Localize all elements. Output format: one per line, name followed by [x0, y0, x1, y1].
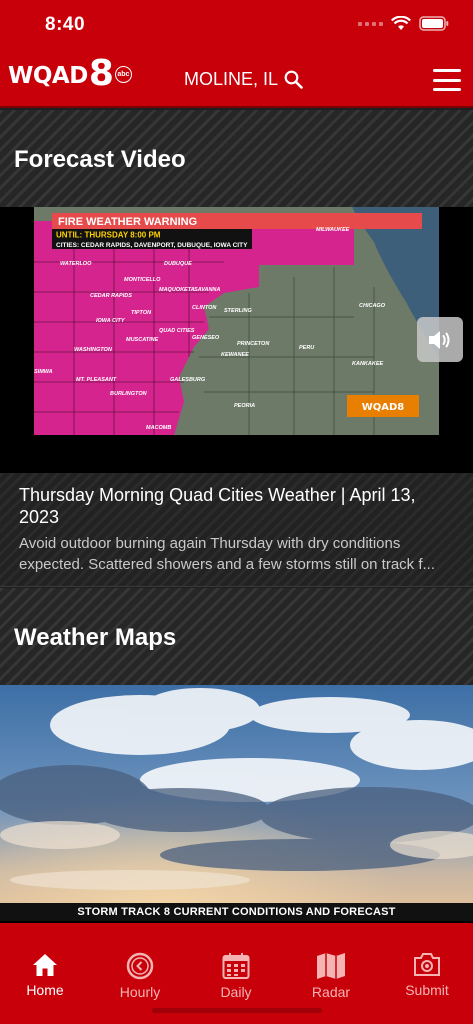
map-label: WATERLOO [60, 261, 92, 267]
status-icons [358, 16, 449, 31]
article-description: Avoid outdoor burning again Thursday wit… [19, 535, 436, 573]
map-label: MILWAUKEE [316, 227, 350, 233]
app-header: WQAD 8 abc MOLINE, IL [0, 52, 473, 108]
map-label: MUSCATINE [126, 337, 159, 343]
article-title: Thursday Morning Quad Cities Weather | A… [19, 485, 416, 527]
hamburger-menu-icon[interactable] [433, 69, 461, 91]
tab-home[interactable]: Home [5, 952, 85, 998]
map-label: KEWANEE [221, 352, 249, 358]
logo-text: WQAD [8, 63, 88, 89]
network-logo: abc [114, 66, 132, 83]
video-frame[interactable]: FIRE WEATHER WARNING UNTIL: THURSDAY 8:0… [34, 207, 439, 435]
map-label: DUBUQUE [164, 261, 192, 267]
clock-icon [126, 952, 154, 980]
map-label: SAVANNA [194, 287, 220, 293]
map-label: GENESEO [192, 335, 220, 341]
wifi-icon [391, 16, 411, 30]
map-label: QUAD CITIES [159, 328, 195, 334]
station-bug: WQAD8 [362, 402, 405, 413]
section-title: Forecast Video [14, 146, 186, 173]
weather-maps-image[interactable]: STORM TRACK 8 CURRENT CONDITIONS AND FOR… [0, 685, 473, 921]
tab-label: Home [26, 982, 64, 998]
warning-until: UNTIL: THURSDAY 8:00 PM [56, 231, 161, 240]
warning-title: FIRE WEATHER WARNING [58, 216, 197, 228]
cellular-signal-icon [358, 21, 383, 26]
warning-cities: CITIES: CEDAR RAPIDS, DAVENPORT, DUBUQUE… [56, 242, 248, 249]
tab-hourly[interactable]: Hourly [100, 952, 180, 1000]
camera-icon [414, 953, 440, 976]
tab-daily[interactable]: Daily [196, 952, 276, 1000]
map-label: PRINCETON [237, 341, 270, 347]
map-label: GALESBURG [170, 377, 206, 383]
map-label: PERU [299, 345, 315, 351]
divider [0, 921, 473, 928]
map-label: CHICAGO [359, 303, 386, 309]
volume-button[interactable] [417, 317, 463, 362]
weather-maps-header: Weather Maps [0, 588, 473, 686]
logo-number: 8 [88, 53, 114, 94]
fire-weather-map: FIRE WEATHER WARNING UNTIL: THURSDAY 8:0… [34, 207, 439, 435]
status-time: 8:40 [45, 14, 86, 35]
location-label: MOLINE, IL [184, 69, 279, 89]
status-bar: 8:40 [0, 0, 473, 52]
station-logo[interactable]: WQAD 8 abc [8, 56, 132, 92]
video-article[interactable]: Thursday Morning Quad Cities Weather | A… [0, 473, 473, 587]
map-label: KANKAKEE [352, 361, 384, 367]
image-caption: STORM TRACK 8 CURRENT CONDITIONS AND FOR… [0, 903, 473, 921]
map-icon [317, 953, 345, 979]
map-label: MT. PLEASANT [76, 377, 117, 383]
map-label: WASHINGTON [74, 347, 113, 353]
map-label: CEDAR RAPIDS [90, 293, 132, 299]
map-label: PEORIA [234, 403, 255, 409]
map-label: CLINTON [192, 305, 217, 311]
tab-radar[interactable]: Radar [291, 952, 371, 1000]
tab-label: Hourly [119, 984, 161, 1000]
volume-icon [429, 330, 450, 349]
map-label: TIPTON [131, 310, 152, 316]
forecast-video-header: Forecast Video [0, 110, 473, 208]
map-label: SIMWA [34, 369, 53, 375]
map-label: STERLING [224, 308, 253, 314]
home-indicator [152, 1008, 322, 1013]
video-player[interactable]: FIRE WEATHER WARNING UNTIL: THURSDAY 8:0… [0, 207, 473, 473]
tab-label: Daily [220, 984, 252, 1000]
section-title: Weather Maps [14, 624, 177, 651]
home-icon [33, 954, 57, 976]
map-label: IOWA CITY [96, 318, 126, 324]
battery-icon [419, 16, 449, 31]
map-label: MONTICELLO [124, 277, 161, 283]
map-label: BURLINGTON [110, 391, 148, 397]
tab-submit[interactable]: Submit [387, 952, 467, 998]
search-icon [284, 70, 303, 89]
sky-image [0, 685, 473, 921]
tab-label: Radar [311, 984, 351, 1000]
tab-label: Submit [405, 982, 449, 998]
map-label: MAQUOKETA [159, 287, 195, 293]
location-selector[interactable]: MOLINE, IL [184, 69, 303, 90]
map-label: MACOMB [146, 425, 171, 431]
calendar-icon [222, 953, 250, 979]
